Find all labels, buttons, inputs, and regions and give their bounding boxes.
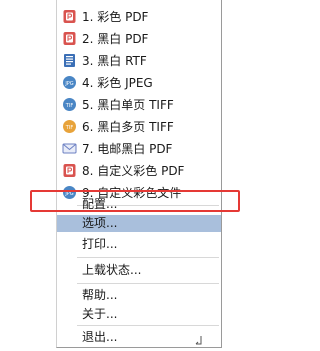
pdf-icon xyxy=(63,164,76,177)
menu-item-bw-pdf[interactable]: 2. 黑白 PDF xyxy=(57,28,221,50)
cursor-mark-icon xyxy=(195,336,202,345)
context-menu: 1. 彩色 PDF 2. 黑白 PDF 3. 黑白 RTF JPG 4. 彩色 … xyxy=(56,0,222,348)
menu-item-bw-multi-tiff[interactable]: TIF 6. 黑白多页 TIFF xyxy=(57,116,221,138)
menu-separator xyxy=(77,257,219,258)
jpeg-icon: JPG xyxy=(63,76,76,89)
menu-item-email-bw-pdf[interactable]: 7. 电邮黑白 PDF xyxy=(57,138,221,160)
email-icon xyxy=(62,143,77,154)
menu-item-about[interactable]: 关于... xyxy=(57,303,221,325)
svg-text:TIF: TIF xyxy=(65,125,74,131)
pdf-icon xyxy=(63,32,76,45)
menu-item-upload-status[interactable]: 上载状态... xyxy=(57,259,221,281)
menu-item-options[interactable]: 选项... xyxy=(57,215,221,232)
menu-item-bw-single-tiff[interactable]: TIF 5. 黑白单页 TIFF xyxy=(57,94,221,116)
pdf-icon xyxy=(63,10,76,23)
svg-text:TIF: TIF xyxy=(65,103,74,109)
menu-item-color-pdf[interactable]: 1. 彩色 PDF xyxy=(57,6,221,28)
menu-item-color-jpeg[interactable]: JPG 4. 彩色 JPEG xyxy=(57,72,221,94)
config-highlight-annotation xyxy=(30,190,240,212)
tiff-multipage-icon: TIF xyxy=(63,120,76,133)
tiff-icon: TIF xyxy=(63,98,76,111)
menu-item-bw-rtf[interactable]: 3. 黑白 RTF xyxy=(57,50,221,72)
svg-text:JPG: JPG xyxy=(64,81,73,87)
rtf-icon xyxy=(64,54,75,67)
menu-item-print[interactable]: 打印... xyxy=(57,233,221,255)
menu-item-custom-color-pdf[interactable]: 8. 自定义彩色 PDF xyxy=(57,160,221,182)
